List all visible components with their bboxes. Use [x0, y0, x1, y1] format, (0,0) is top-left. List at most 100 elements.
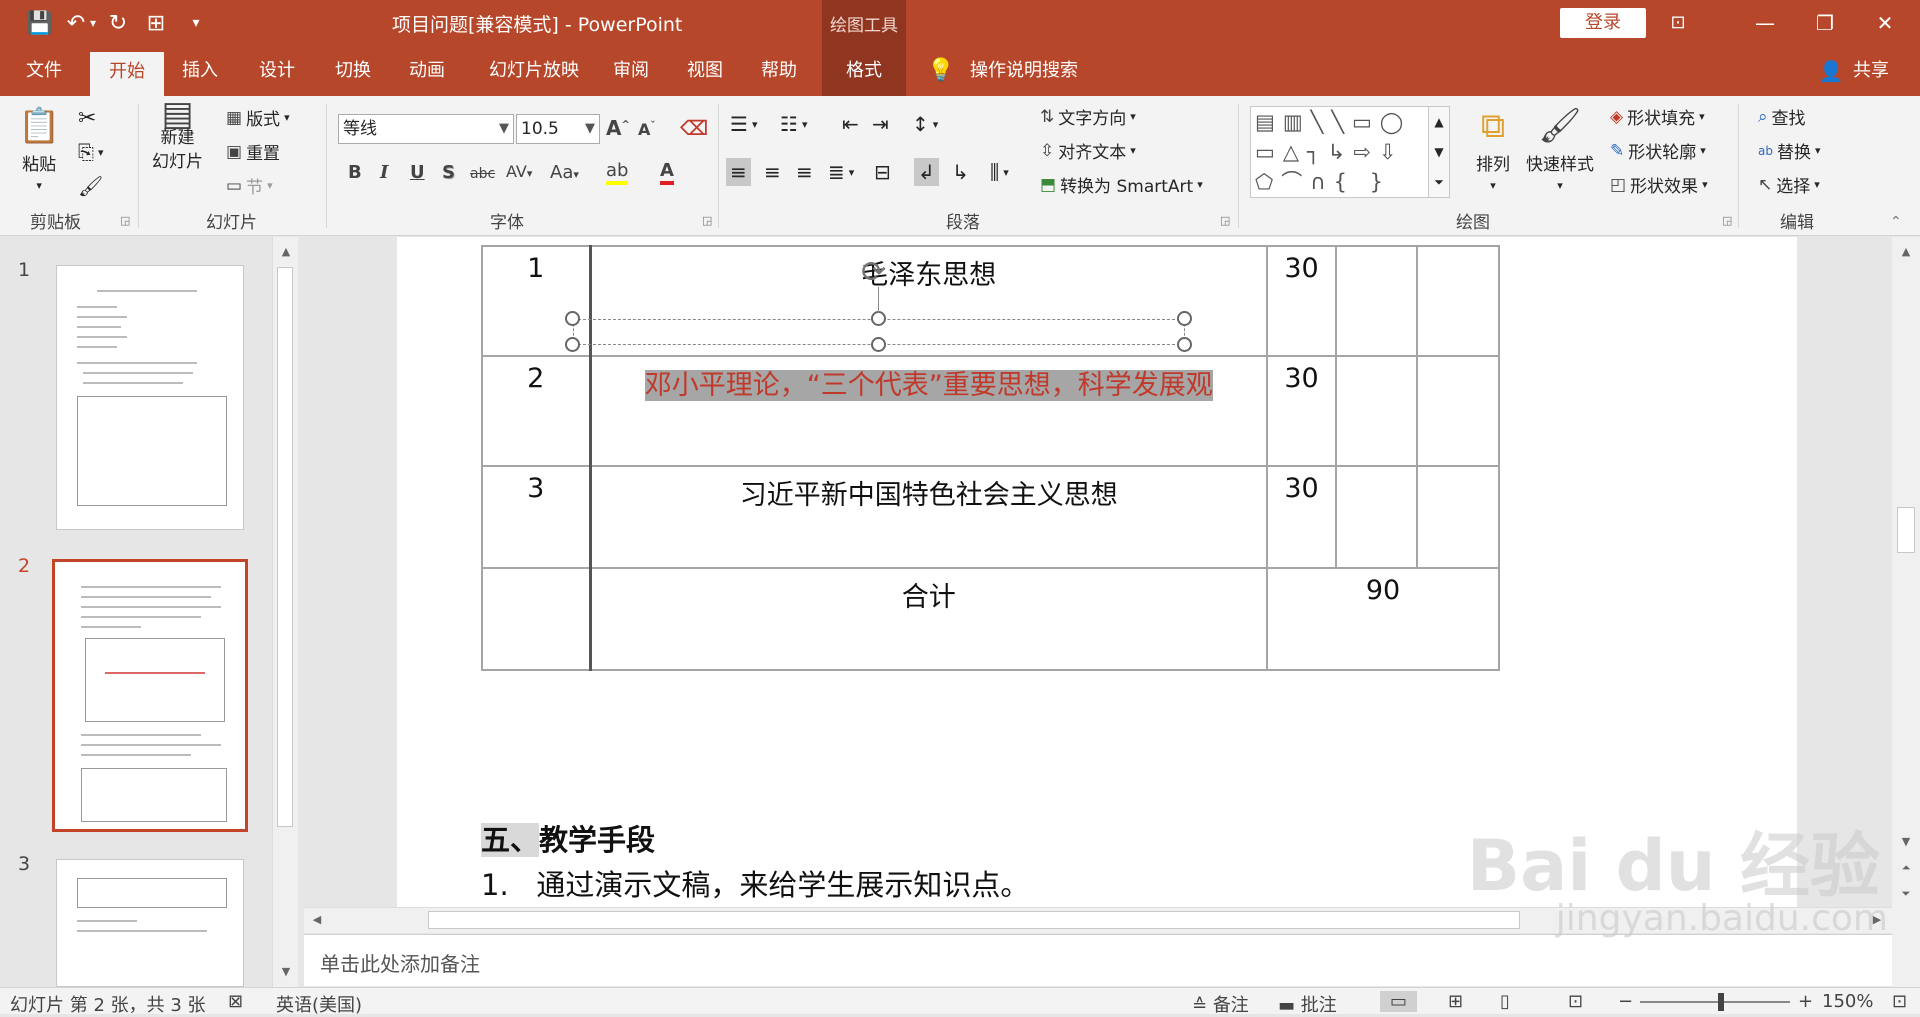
tab-animations[interactable]: 动画	[394, 46, 460, 96]
paragraph-launcher-icon[interactable]: ◲	[1220, 214, 1230, 227]
share-button[interactable]: 共享	[1846, 46, 1896, 96]
close-button[interactable]: ✕	[1855, 6, 1915, 40]
login-button[interactable]: 登录	[1560, 8, 1646, 38]
shapes-gallery[interactable]: ▤▥╲╲▭◯ ▭△┐↳⇨⇩ ⬠⌒∩{ }	[1250, 106, 1446, 198]
zoom-out-icon[interactable]: −	[1618, 991, 1633, 1012]
numbering-icon[interactable]: ☷ ▾	[780, 112, 807, 136]
align-center-icon[interactable]: ≡	[764, 160, 781, 184]
font-name-combo[interactable]: 等线 ▼	[338, 114, 514, 144]
tab-review[interactable]: 审阅	[600, 46, 662, 96]
slideshow-view-icon[interactable]: ⊡	[1568, 991, 1583, 1012]
scroll-up-icon[interactable]: ▲	[1895, 241, 1917, 263]
tab-format[interactable]: 格式	[822, 46, 906, 96]
italic-button[interactable]: I	[380, 162, 388, 183]
chevron-down-icon[interactable]: ▼	[585, 115, 595, 143]
scroll-thumb[interactable]	[277, 267, 293, 827]
comments-toggle[interactable]: ▬ 批注	[1278, 991, 1337, 1017]
resize-handle[interactable]	[871, 311, 886, 326]
resize-handle[interactable]	[1177, 311, 1192, 326]
tab-view[interactable]: 视图	[674, 46, 736, 96]
font-size-combo[interactable]: 10.5 ▼	[516, 114, 600, 144]
align-right-icon[interactable]: ≡	[796, 160, 813, 184]
section-button[interactable]: ▭ 节 ▾	[226, 173, 273, 199]
format-painter-icon[interactable]: 🖌	[78, 174, 103, 198]
scroll-thumb[interactable]	[428, 911, 1520, 929]
clipboard-launcher-icon[interactable]: ◲	[120, 214, 130, 227]
editor-vertical-scrollbar[interactable]: ▲ ▼ ⏶ ⏷	[1892, 237, 1920, 987]
shape-fill-button[interactable]: ◈ 形状填充 ▾	[1610, 104, 1705, 130]
language-indicator[interactable]: 英语(美国)	[276, 991, 362, 1017]
new-slide-button[interactable]: ▤ 新建 幻灯片	[152, 97, 203, 172]
underline-button[interactable]: U	[410, 162, 425, 183]
notes-pane[interactable]: 单击此处添加备注	[304, 934, 1892, 986]
increase-indent-icon[interactable]: ⇥	[872, 112, 889, 136]
resize-handle[interactable]	[1177, 337, 1192, 352]
reading-view-icon[interactable]: ▯	[1500, 991, 1510, 1012]
shape-outline-button[interactable]: ✎ 形状轮廓 ▾	[1610, 138, 1706, 164]
minimize-button[interactable]: —	[1735, 6, 1795, 40]
copy-icon[interactable]: ⎘ ▾	[78, 140, 104, 164]
ribbon-display-icon[interactable]: ⊡	[1648, 6, 1708, 40]
resize-handle[interactable]	[565, 311, 580, 326]
bold-button[interactable]: B	[348, 162, 362, 183]
zoom-in-icon[interactable]: +	[1798, 991, 1813, 1012]
tab-file[interactable]: 文件	[14, 46, 74, 96]
find-button[interactable]: ⌕ 查找	[1758, 104, 1806, 130]
scroll-left-icon[interactable]: ◀	[306, 909, 328, 931]
shape-effects-button[interactable]: ◰ 形状效果 ▾	[1610, 172, 1708, 198]
char-spacing-button[interactable]: AV▾	[506, 162, 532, 181]
scroll-down-icon[interactable]: ▼	[275, 961, 297, 983]
bullets-icon[interactable]: ☰ ▾	[730, 112, 757, 136]
collapse-ribbon-icon[interactable]: ⌃	[1890, 214, 1902, 230]
tab-home[interactable]: 开始	[90, 52, 164, 96]
next-slide-icon[interactable]: ⏷	[1895, 883, 1917, 905]
redo-icon[interactable]: ↻	[100, 8, 136, 38]
layout-button[interactable]: ▦ 版式 ▾	[226, 105, 290, 131]
replace-button[interactable]: ab 替换 ▾	[1758, 138, 1821, 163]
cut-icon[interactable]: ✂	[78, 106, 96, 131]
columns-icon[interactable]: ⫼ ▾	[990, 160, 1009, 184]
topic-cell[interactable]: 习近平新中国特色社会主义思想	[589, 465, 1268, 569]
zoom-level[interactable]: 150%	[1822, 991, 1873, 1012]
slide-sorter-icon[interactable]: ⊞	[1448, 991, 1463, 1012]
text-direction-button[interactable]: ⇅ 文字方向 ▾	[1040, 104, 1136, 130]
previous-slide-icon[interactable]: ⏶	[1895, 857, 1917, 879]
spelling-icon[interactable]: ⊠	[228, 991, 243, 1012]
chevron-down-icon[interactable]: ▼	[499, 115, 509, 143]
line-spacing-icon[interactable]: ↕ ▾	[912, 112, 938, 136]
strikethrough-button[interactable]: abc	[470, 166, 495, 182]
customize-qat-icon[interactable]: ▾	[178, 8, 214, 38]
tab-slideshow[interactable]: 幻灯片放映	[474, 46, 594, 96]
undo-dropdown-icon[interactable]: ▾	[86, 8, 100, 38]
slide-thumbnail-1[interactable]	[56, 265, 244, 530]
notes-toggle[interactable]: ≙ 备注	[1192, 991, 1249, 1017]
tab-design[interactable]: 设计	[244, 46, 310, 96]
justify-icon[interactable]: ≣ ▾	[828, 160, 854, 184]
restore-button[interactable]: ❐	[1795, 6, 1855, 40]
clear-format-icon[interactable]: ⌫	[680, 116, 708, 140]
search-tell-me[interactable]: 操作说明搜索	[964, 46, 1084, 96]
scroll-down-icon[interactable]: ▼	[1895, 831, 1917, 853]
quick-styles-button[interactable]: 🖌 快速样式 ▾	[1526, 106, 1594, 192]
thumbnail-scrollbar[interactable]: ▲ ▼	[272, 237, 298, 987]
arrange-button[interactable]: ⧉ 排列 ▾	[1476, 106, 1510, 192]
shadow-button[interactable]: S	[442, 162, 455, 183]
scroll-thumb[interactable]	[1897, 507, 1915, 553]
slide-thumbnail-2[interactable]	[52, 559, 248, 832]
zoom-slider-thumb[interactable]	[1718, 993, 1724, 1011]
drawing-launcher-icon[interactable]: ◲	[1722, 214, 1732, 227]
paste-button[interactable]: 📋 粘贴 ▾	[18, 106, 60, 192]
highlight-color-icon[interactable]: ab	[606, 160, 629, 185]
tab-transitions[interactable]: 切换	[320, 46, 386, 96]
smartart-button[interactable]: ⬒ 转换为 SmartArt ▾	[1040, 172, 1203, 198]
resize-handle[interactable]	[565, 337, 580, 352]
tab-help[interactable]: 帮助	[748, 46, 810, 96]
decrease-indent-icon[interactable]: ⇤	[842, 112, 859, 136]
font-color-icon[interactable]: A	[660, 160, 674, 185]
save-icon[interactable]: 💾	[22, 8, 58, 38]
distribute-icon[interactable]: ⊟	[874, 160, 891, 184]
rtl-icon[interactable]: ↳	[952, 160, 969, 184]
normal-view-icon[interactable]: ▭	[1380, 991, 1418, 1012]
scroll-up-icon[interactable]: ▲	[275, 241, 297, 263]
align-left-icon[interactable]: ≡	[726, 158, 751, 186]
